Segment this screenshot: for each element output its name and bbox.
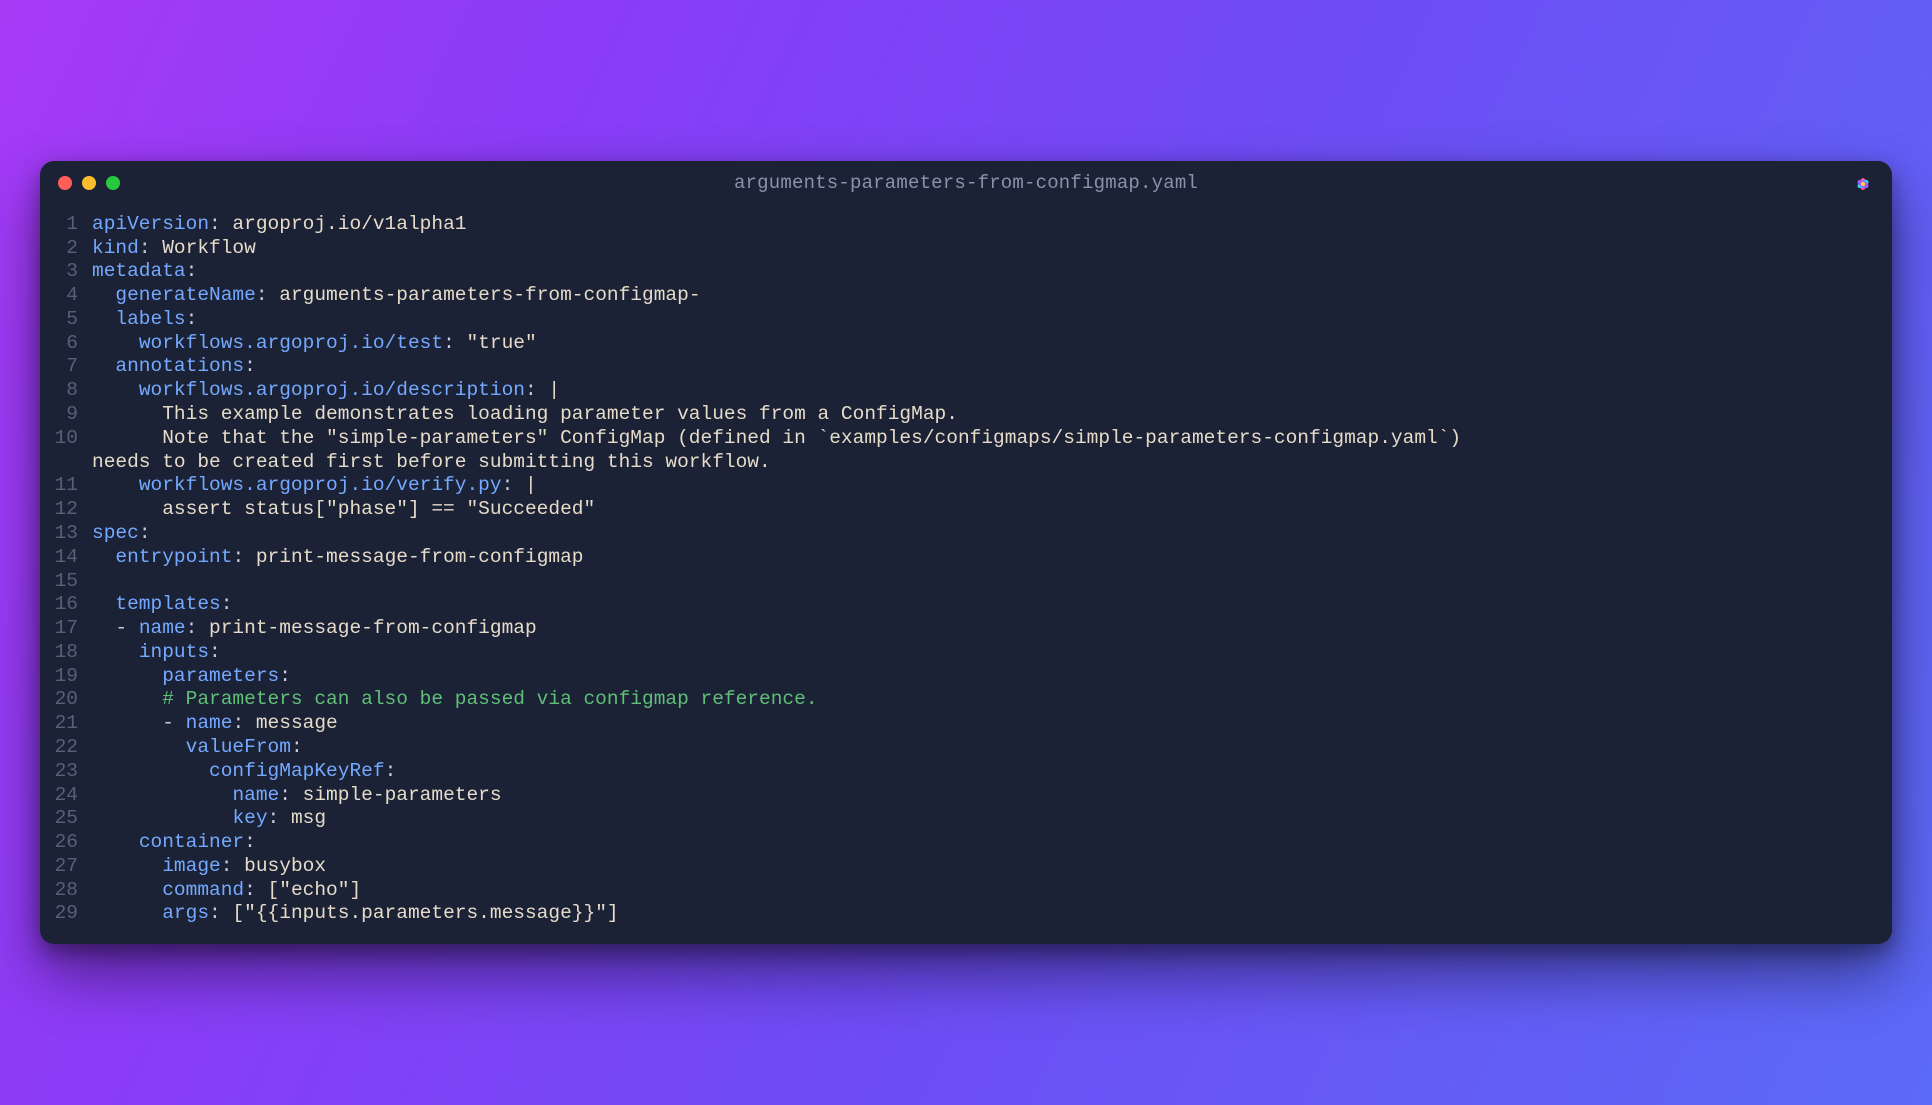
code-line: 17 - name: print-message-from-configmap bbox=[40, 617, 1892, 641]
code-line: 25 key: msg bbox=[40, 807, 1892, 831]
editor-window: arguments-parameters-from-configmap.yaml… bbox=[40, 161, 1892, 944]
code-content: container: bbox=[92, 831, 1870, 855]
code-content: templates: bbox=[92, 593, 1870, 617]
code-content: metadata: bbox=[92, 260, 1870, 284]
code-content: labels: bbox=[92, 308, 1870, 332]
line-number: 26 bbox=[40, 831, 92, 855]
code-content: parameters: bbox=[92, 665, 1870, 689]
line-number: 21 bbox=[40, 712, 92, 736]
code-content: generateName: arguments-parameters-from-… bbox=[92, 284, 1870, 308]
code-line: 29 args: ["{{inputs.parameters.message}}… bbox=[40, 902, 1892, 926]
code-line: 3metadata: bbox=[40, 260, 1892, 284]
line-number: 16 bbox=[40, 593, 92, 617]
code-line: 16 templates: bbox=[40, 593, 1892, 617]
code-line: 6 workflows.argoproj.io/test: "true" bbox=[40, 332, 1892, 356]
code-content: apiVersion: argoproj.io/v1alpha1 bbox=[92, 213, 1870, 237]
code-content: kind: Workflow bbox=[92, 237, 1870, 261]
line-number: 22 bbox=[40, 736, 92, 760]
code-line: 14 entrypoint: print-message-from-config… bbox=[40, 546, 1892, 570]
line-number: 23 bbox=[40, 760, 92, 784]
line-number: 17 bbox=[40, 617, 92, 641]
code-line: 13spec: bbox=[40, 522, 1892, 546]
window-title: arguments-parameters-from-configmap.yaml bbox=[40, 172, 1892, 194]
line-number: 8 bbox=[40, 379, 92, 403]
code-content: workflows.argoproj.io/verify.py: | bbox=[92, 474, 1870, 498]
code-content: workflows.argoproj.io/test: "true" bbox=[92, 332, 1870, 356]
traffic-lights bbox=[58, 176, 120, 190]
code-line: 7 annotations: bbox=[40, 355, 1892, 379]
code-content: name: simple-parameters bbox=[92, 784, 1870, 808]
code-content: image: busybox bbox=[92, 855, 1870, 879]
line-number: 29 bbox=[40, 902, 92, 926]
code-line: 5 labels: bbox=[40, 308, 1892, 332]
code-line: 21 - name: message bbox=[40, 712, 1892, 736]
line-number: 3 bbox=[40, 260, 92, 284]
code-line: 11 workflows.argoproj.io/verify.py: | bbox=[40, 474, 1892, 498]
code-editor[interactable]: 1apiVersion: argoproj.io/v1alpha12kind: … bbox=[40, 205, 1892, 944]
line-number: 15 bbox=[40, 570, 92, 594]
minimize-icon[interactable] bbox=[82, 176, 96, 190]
line-number: 18 bbox=[40, 641, 92, 665]
line-number: 14 bbox=[40, 546, 92, 570]
close-icon[interactable] bbox=[58, 176, 72, 190]
code-content: Note that the "simple-parameters" Config… bbox=[92, 427, 1870, 451]
code-content: valueFrom: bbox=[92, 736, 1870, 760]
code-line: 20 # Parameters can also be passed via c… bbox=[40, 688, 1892, 712]
code-content: # Parameters can also be passed via conf… bbox=[92, 688, 1870, 712]
code-line: 28 command: ["echo"] bbox=[40, 879, 1892, 903]
line-number: 11 bbox=[40, 474, 92, 498]
code-line: 4 generateName: arguments-parameters-fro… bbox=[40, 284, 1892, 308]
code-line: 12 assert status["phase"] == "Succeeded" bbox=[40, 498, 1892, 522]
line-number: 4 bbox=[40, 284, 92, 308]
code-content: inputs: bbox=[92, 641, 1870, 665]
code-content: command: ["echo"] bbox=[92, 879, 1870, 903]
line-number: 25 bbox=[40, 807, 92, 831]
code-line: 15 bbox=[40, 570, 1892, 594]
code-content: - name: print-message-from-configmap bbox=[92, 617, 1870, 641]
code-line: 27 image: busybox bbox=[40, 855, 1892, 879]
zoom-icon[interactable] bbox=[106, 176, 120, 190]
line-number: 24 bbox=[40, 784, 92, 808]
code-content: key: msg bbox=[92, 807, 1870, 831]
code-line: 22 valueFrom: bbox=[40, 736, 1892, 760]
line-number: 28 bbox=[40, 879, 92, 903]
code-content: annotations: bbox=[92, 355, 1870, 379]
code-line: 18 inputs: bbox=[40, 641, 1892, 665]
code-content: entrypoint: print-message-from-configmap bbox=[92, 546, 1870, 570]
line-number: 1 bbox=[40, 213, 92, 237]
line-number: 12 bbox=[40, 498, 92, 522]
line-number: 6 bbox=[40, 332, 92, 356]
code-content: assert status["phase"] == "Succeeded" bbox=[92, 498, 1870, 522]
code-content: configMapKeyRef: bbox=[92, 760, 1870, 784]
titlebar: arguments-parameters-from-configmap.yaml bbox=[40, 161, 1892, 205]
code-line: 23 configMapKeyRef: bbox=[40, 760, 1892, 784]
code-content bbox=[92, 570, 1870, 594]
code-line: 9 This example demonstrates loading para… bbox=[40, 403, 1892, 427]
code-line-continuation: 00needs to be created first before submi… bbox=[40, 451, 1892, 475]
line-number: 7 bbox=[40, 355, 92, 379]
code-line: 10 Note that the "simple-parameters" Con… bbox=[40, 427, 1892, 451]
line-number: 9 bbox=[40, 403, 92, 427]
line-number: 2 bbox=[40, 237, 92, 261]
code-content: workflows.argoproj.io/description: | bbox=[92, 379, 1870, 403]
line-number: 10 bbox=[40, 427, 92, 451]
code-line: 1apiVersion: argoproj.io/v1alpha1 bbox=[40, 213, 1892, 237]
line-number: 27 bbox=[40, 855, 92, 879]
code-line: 8 workflows.argoproj.io/description: | bbox=[40, 379, 1892, 403]
line-number: 13 bbox=[40, 522, 92, 546]
line-number: 5 bbox=[40, 308, 92, 332]
code-line: 19 parameters: bbox=[40, 665, 1892, 689]
code-content: spec: bbox=[92, 522, 1870, 546]
code-line: 2kind: Workflow bbox=[40, 237, 1892, 261]
code-line: 24 name: simple-parameters bbox=[40, 784, 1892, 808]
code-content: This example demonstrates loading parame… bbox=[92, 403, 1870, 427]
line-number: 20 bbox=[40, 688, 92, 712]
app-logo-icon bbox=[1852, 173, 1874, 195]
line-number: 19 bbox=[40, 665, 92, 689]
code-content: - name: message bbox=[92, 712, 1870, 736]
code-content: args: ["{{inputs.parameters.message}}"] bbox=[92, 902, 1870, 926]
code-line: 26 container: bbox=[40, 831, 1892, 855]
